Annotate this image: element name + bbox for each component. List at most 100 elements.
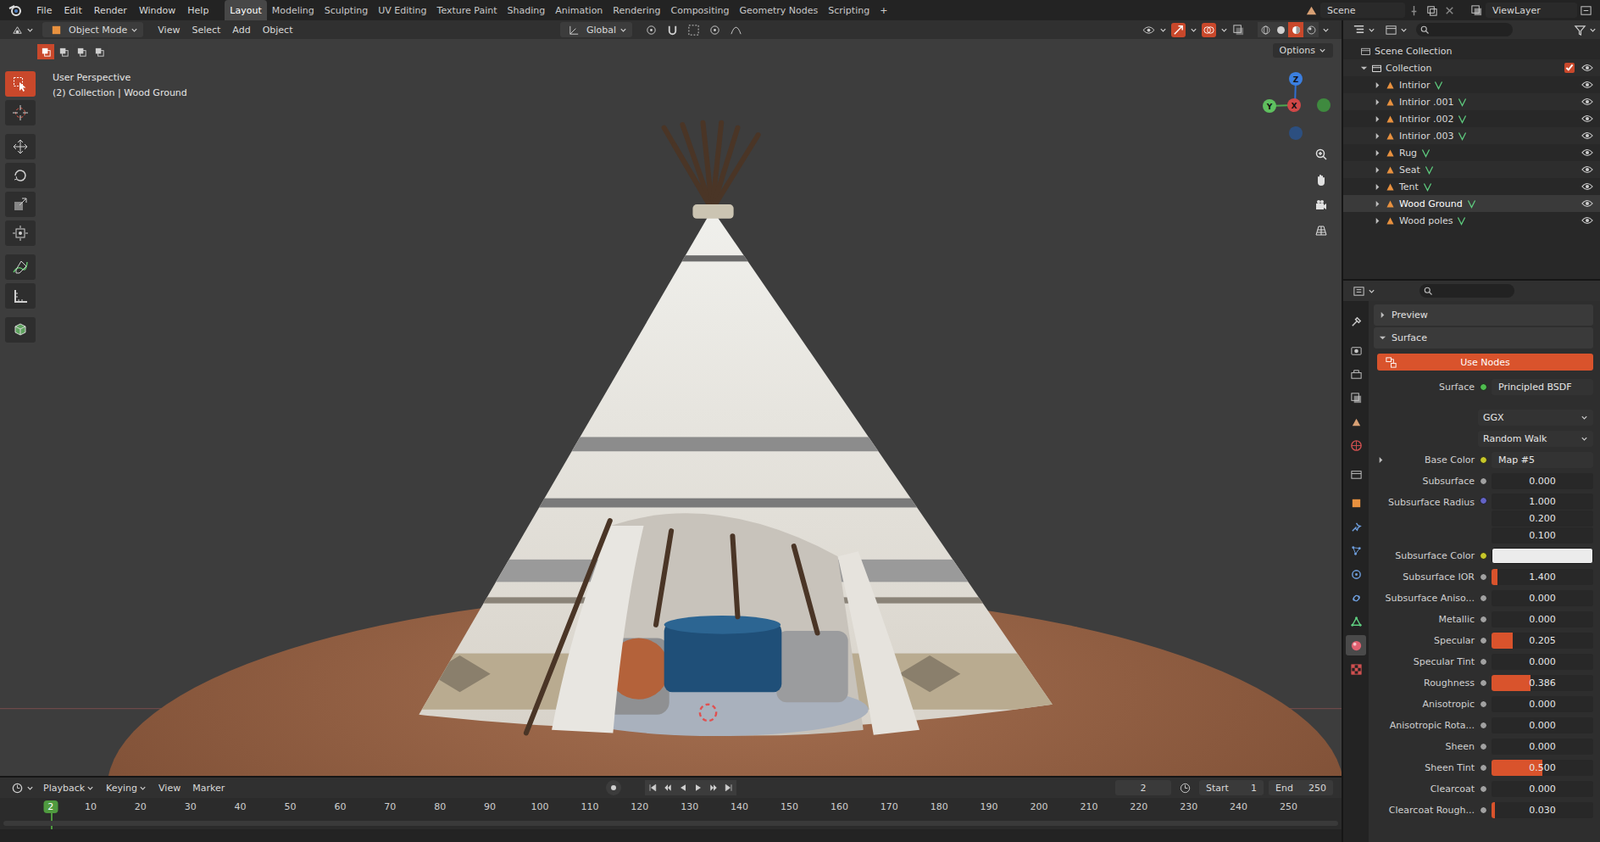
socket-dot[interactable]	[1479, 636, 1488, 645]
mode-dropdown[interactable]: Object Mode	[42, 22, 144, 38]
outliner-row[interactable]: Tent	[1343, 177, 1600, 195]
editor-type-button[interactable]	[5, 781, 38, 795]
eye-icon[interactable]	[1581, 214, 1594, 227]
collapsed-arrow-icon[interactable]	[1373, 166, 1382, 174]
properties-tab[interactable]	[1345, 411, 1367, 432]
end-frame-field[interactable]: End250	[1268, 779, 1334, 795]
workspace-tab[interactable]: Scripting	[822, 0, 875, 21]
tool-button[interactable]	[5, 191, 36, 217]
number-slider[interactable]: 0.000	[1491, 472, 1594, 489]
properties-tab[interactable]	[1345, 311, 1367, 332]
outliner-row[interactable]: Collection	[1343, 59, 1600, 77]
properties-tab[interactable]	[1345, 516, 1367, 537]
viewport-menu-item[interactable]: Object	[256, 24, 300, 36]
current-frame-field[interactable]: 2	[1115, 779, 1172, 795]
timeline-menu-item[interactable]: Marker	[186, 782, 231, 794]
select-mode-button[interactable]	[90, 44, 108, 60]
play-reverse-button[interactable]	[675, 779, 691, 795]
falloff-icon[interactable]	[729, 23, 743, 37]
view-layer-add-icon[interactable]	[1579, 4, 1593, 17]
shading-button[interactable]	[1303, 22, 1319, 38]
workspace-tab[interactable]: Texture Paint	[432, 0, 503, 21]
properties-tab[interactable]	[1345, 634, 1367, 656]
properties-tab[interactable]	[1345, 463, 1367, 484]
close-icon[interactable]	[1443, 4, 1456, 17]
eye-icon[interactable]	[1581, 95, 1594, 108]
menu-item[interactable]: Window	[133, 5, 182, 17]
collapsed-arrow-icon[interactable]	[1373, 183, 1382, 191]
tool-button[interactable]	[5, 283, 36, 309]
pivot-icon[interactable]	[644, 23, 658, 37]
collapsed-arrow-icon[interactable]	[1373, 149, 1382, 157]
socket-dot[interactable]	[1479, 455, 1488, 464]
outliner-row[interactable]: Intirior .001	[1343, 93, 1600, 111]
orientation-dropdown[interactable]: Global	[560, 22, 633, 38]
properties-tab[interactable]	[1345, 611, 1367, 632]
vector-component[interactable]: 0.100	[1491, 527, 1594, 544]
viewport-menu-item[interactable]: View	[151, 24, 186, 36]
snap-target-icon[interactable]	[687, 23, 700, 37]
preview-range-icon[interactable]	[1178, 781, 1192, 795]
shading-button[interactable]	[1272, 22, 1289, 38]
dropdown[interactable]: Random Walk	[1477, 430, 1594, 447]
timeline-menu-item[interactable]: Keying	[100, 782, 153, 794]
socket-dot[interactable]	[1479, 784, 1488, 793]
linked-input[interactable]: Principled BSDF	[1491, 378, 1594, 395]
duplicate-icon[interactable]	[1425, 4, 1439, 17]
view-layer-icon[interactable]	[1470, 4, 1484, 17]
pan-button[interactable]	[1311, 169, 1332, 190]
outliner-row[interactable]: Seat	[1343, 161, 1600, 178]
eye-icon[interactable]	[1581, 180, 1594, 193]
collapsed-arrow-icon[interactable]	[1378, 311, 1387, 319]
number-slider[interactable]: 0.000	[1491, 695, 1594, 712]
socket-dot[interactable]	[1479, 496, 1488, 505]
socket-dot[interactable]	[1479, 805, 1488, 814]
properties-tab[interactable]	[1345, 587, 1367, 608]
socket-dot[interactable]	[1479, 763, 1488, 772]
socket-dot[interactable]	[1479, 678, 1488, 687]
use-nodes-button[interactable]: Use Nodes	[1377, 353, 1594, 371]
workspace-tab[interactable]: Animation	[550, 0, 608, 21]
3d-viewport[interactable]: Options User Perspective (2) Collection …	[0, 38, 1342, 776]
eye-icon[interactable]	[1581, 112, 1594, 125]
number-slider[interactable]: 0.000	[1491, 611, 1594, 628]
eye-icon[interactable]	[1581, 61, 1594, 74]
collapsed-arrow-icon[interactable]	[1373, 98, 1382, 106]
properties-tab[interactable]	[1345, 363, 1367, 384]
next-key-button[interactable]	[705, 779, 722, 795]
select-mode-button[interactable]	[55, 44, 73, 60]
xray-icon[interactable]	[1232, 23, 1245, 37]
exclude-checkbox[interactable]	[1564, 62, 1575, 73]
socket-dot[interactable]	[1479, 742, 1488, 750]
select-mode-button[interactable]	[72, 44, 90, 60]
panel-header[interactable]: Preview	[1373, 304, 1594, 326]
blender-logo-icon[interactable]	[8, 3, 23, 17]
socket-dot[interactable]	[1479, 615, 1488, 623]
timeline-menu-item[interactable]: View	[152, 782, 187, 794]
eye-icon[interactable]	[1581, 197, 1594, 210]
properties-tab[interactable]	[1345, 339, 1367, 361]
number-slider[interactable]: 0.000	[1491, 653, 1594, 670]
collapsed-arrow-icon[interactable]	[1373, 132, 1382, 140]
number-slider[interactable]: 0.500	[1491, 759, 1594, 776]
number-slider[interactable]: 0.205	[1491, 632, 1594, 649]
timeline-menu-item[interactable]: Playback	[37, 782, 100, 794]
collapsed-arrow-icon[interactable]	[1377, 455, 1385, 464]
outliner-row[interactable]: Intirior .003	[1343, 127, 1600, 145]
shading-button[interactable]	[1288, 22, 1304, 38]
outliner-row[interactable]: Wood poles	[1343, 211, 1600, 229]
number-slider[interactable]: 0.000	[1491, 716, 1594, 734]
workspace-tab[interactable]: Sculpting	[319, 0, 373, 21]
tool-button[interactable]	[5, 220, 36, 246]
menu-item[interactable]: Help	[181, 5, 215, 17]
properties-tab[interactable]	[1345, 539, 1367, 561]
workspace-tab[interactable]: UV Editing	[372, 0, 432, 21]
start-frame-field[interactable]: Start1	[1199, 779, 1264, 795]
number-slider[interactable]: 0.030	[1491, 801, 1594, 818]
tool-button[interactable]	[5, 100, 36, 126]
eye-icon[interactable]	[1581, 78, 1594, 91]
menu-item[interactable]: File	[30, 5, 58, 17]
zoom-button[interactable]	[1311, 144, 1332, 165]
properties-tab[interactable]	[1345, 563, 1367, 584]
workspace-tab[interactable]: Geometry Nodes	[733, 0, 823, 21]
